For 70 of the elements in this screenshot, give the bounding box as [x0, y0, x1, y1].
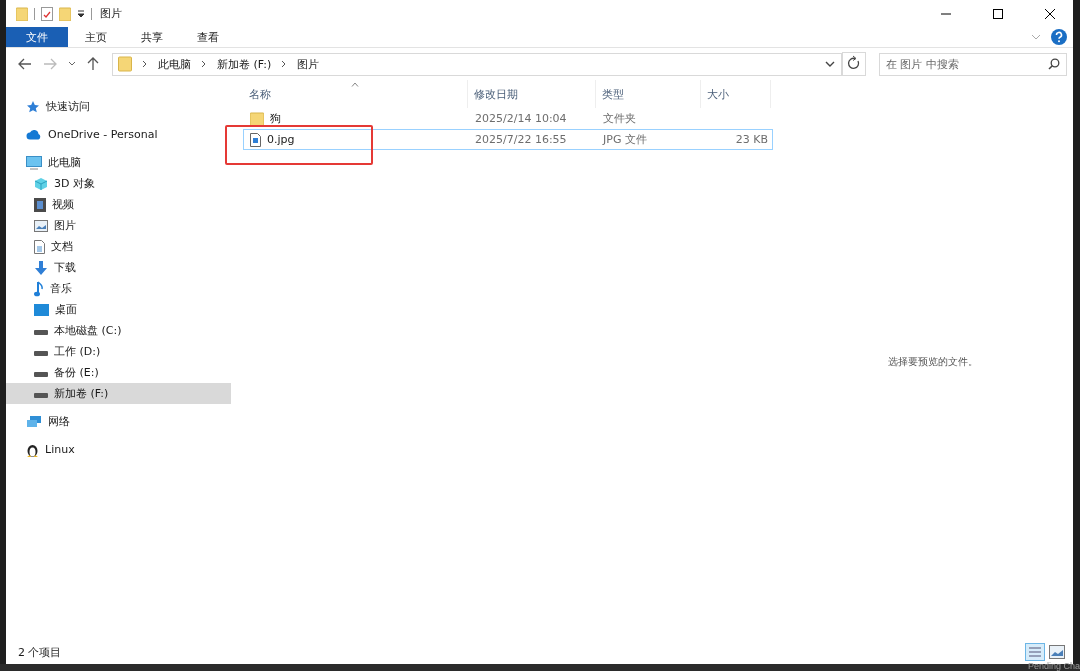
sidebar-item[interactable]: 图片: [6, 215, 231, 236]
sort-caret-icon: [351, 82, 359, 87]
file-row[interactable]: 狗 2025/2/14 10:04 文件夹: [243, 108, 773, 129]
up-arrow-icon[interactable]: [87, 57, 99, 71]
dropdown-icon[interactable]: [77, 9, 85, 18]
sidebar-item[interactable]: 快速访问: [6, 96, 231, 117]
file-name: 狗: [270, 111, 281, 126]
breadcrumb-item[interactable]: 图片: [297, 56, 320, 72]
ribbon-tab[interactable]: 主页: [68, 27, 124, 47]
date-cell-text: 2025/2/14 10:04: [474, 111, 568, 127]
sidebar-item[interactable]: Linux: [6, 439, 231, 460]
checkmark-document-icon[interactable]: [41, 6, 53, 21]
star-icon: [26, 99, 40, 114]
network-icon: [26, 414, 42, 429]
size-cell: 23 KB: [735, 133, 768, 146]
breadcrumb-item[interactable]: 新加卷 (F:): [217, 56, 272, 72]
sidebar-item[interactable]: 桌面: [6, 299, 231, 320]
music-note-icon: [34, 280, 44, 297]
column-header[interactable]: 名称: [243, 80, 468, 108]
chevron-right-icon[interactable]: [281, 60, 288, 68]
sidebar-item[interactable]: 此电脑: [6, 152, 231, 173]
refresh-icon[interactable]: [842, 52, 866, 76]
column-header[interactable]: 修改日期: [468, 80, 596, 108]
file-row[interactable]: 0.jpg 2025/7/22 16:55 JPG 文件 23 KB: [243, 129, 773, 150]
cloud-icon: [26, 129, 42, 140]
monitor-icon: [26, 155, 42, 170]
folder-icon: [118, 56, 132, 72]
cube-icon: [34, 176, 48, 191]
down-arrow-icon: [34, 260, 48, 275]
sidebar-item[interactable]: 工作 (D:): [6, 341, 231, 362]
chevron-down-icon[interactable]: [68, 61, 76, 67]
sidebar-item[interactable]: 网络: [6, 411, 231, 432]
ribbon-tab[interactable]: 文件: [6, 27, 68, 47]
search-icon: [1048, 57, 1060, 70]
background-window-text: Pending Cha: [1027, 662, 1080, 671]
column-header[interactable]: 大小: [701, 80, 771, 108]
breadcrumb-item[interactable]: 此电脑: [158, 56, 191, 72]
date-cell-text: 2025/7/22 16:55: [474, 132, 568, 148]
sidebar-item[interactable]: 3D 对象: [6, 173, 231, 194]
sidebar-item[interactable]: 音乐: [6, 278, 231, 299]
chevron-right-icon[interactable]: [142, 60, 148, 68]
ribbon-tab[interactable]: 查看: [180, 27, 236, 47]
sidebar-item[interactable]: OneDrive - Personal: [6, 124, 231, 145]
desktop-icon: [34, 303, 49, 316]
sidebar-item[interactable]: 视频: [6, 194, 231, 215]
chevron-down-icon[interactable]: [825, 60, 835, 68]
column-header[interactable]: 类型: [596, 80, 701, 108]
sidebar-item[interactable]: 本地磁盘 (C:): [6, 320, 231, 341]
ribbon-tab[interactable]: 共享: [124, 27, 180, 47]
help-icon[interactable]: [1051, 29, 1067, 45]
image-file-icon: [250, 132, 261, 147]
address-bar[interactable]: 此电脑 新加卷 (F:) 图片: [112, 52, 842, 76]
film-icon: [34, 197, 46, 212]
sidebar-item[interactable]: 文档: [6, 236, 231, 257]
file-name: 0.jpg: [267, 133, 295, 146]
window-title: 图片: [100, 6, 122, 21]
type-cell-text: JPG 文件: [601, 132, 648, 148]
item-count: 2 个项目: [18, 644, 62, 660]
picture-icon: [34, 219, 48, 232]
folder-icon: [250, 111, 264, 126]
sidebar-item[interactable]: 下载: [6, 257, 231, 278]
back-arrow-icon[interactable]: [18, 58, 32, 70]
search-field[interactable]: 在 图片 中搜索: [879, 52, 1067, 76]
preview-message: 选择要预览的文件。: [888, 355, 978, 369]
type-cell-text: 文件夹: [602, 111, 637, 127]
sidebar-item[interactable]: 新加卷 (F:): [6, 383, 231, 404]
document-icon: [34, 239, 45, 254]
chevron-right-icon[interactable]: [201, 60, 207, 68]
sidebar-item[interactable]: 备份 (E:): [6, 362, 231, 383]
large-icons-view-icon[interactable]: [1049, 645, 1065, 659]
